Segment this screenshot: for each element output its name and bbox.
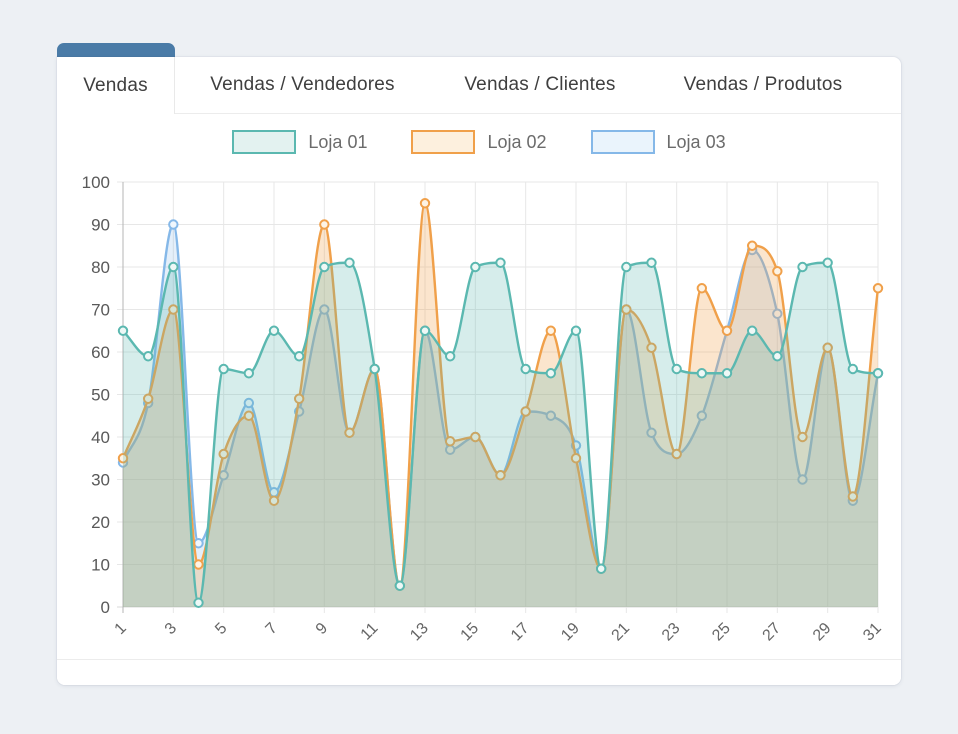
data-point bbox=[421, 327, 429, 335]
legend-item-loja-03[interactable]: Loja 03 bbox=[591, 130, 726, 154]
svg-text:29: 29 bbox=[810, 620, 835, 645]
data-point bbox=[672, 365, 680, 373]
svg-text:100: 100 bbox=[82, 173, 110, 192]
svg-text:19: 19 bbox=[558, 620, 583, 645]
svg-text:23: 23 bbox=[659, 620, 684, 645]
tab-vendas[interactable]: Vendas bbox=[57, 57, 175, 114]
tab-bar: Vendas Vendas / Vendedores Vendas / Clie… bbox=[57, 57, 901, 114]
svg-text:90: 90 bbox=[91, 216, 110, 235]
svg-text:1: 1 bbox=[112, 620, 130, 638]
svg-text:11: 11 bbox=[358, 620, 382, 644]
svg-text:80: 80 bbox=[91, 258, 110, 277]
svg-text:30: 30 bbox=[91, 471, 110, 490]
data-point bbox=[245, 369, 253, 377]
active-tab-indicator bbox=[57, 43, 175, 58]
data-point bbox=[169, 263, 177, 271]
tab-vendas-produtos-label: Vendas / Produtos bbox=[684, 74, 843, 96]
x-axis-labels: 135791113151719212325272931 bbox=[112, 620, 885, 645]
data-point bbox=[798, 263, 806, 271]
svg-text:9: 9 bbox=[313, 620, 331, 638]
data-point bbox=[823, 259, 831, 267]
legend-label-loja-02: Loja 02 bbox=[487, 132, 546, 153]
data-point bbox=[773, 352, 781, 360]
svg-text:13: 13 bbox=[407, 620, 432, 645]
data-point bbox=[295, 352, 303, 360]
data-point bbox=[446, 352, 454, 360]
data-point bbox=[547, 369, 555, 377]
svg-text:21: 21 bbox=[609, 620, 634, 645]
data-point bbox=[370, 365, 378, 373]
data-point bbox=[320, 263, 328, 271]
data-point bbox=[421, 199, 429, 207]
data-point bbox=[698, 369, 706, 377]
legend-item-loja-01[interactable]: Loja 01 bbox=[232, 130, 367, 154]
svg-text:31: 31 bbox=[860, 620, 885, 645]
data-point bbox=[748, 327, 756, 335]
svg-text:3: 3 bbox=[162, 620, 180, 638]
data-point bbox=[270, 327, 278, 335]
data-point bbox=[345, 259, 353, 267]
data-point bbox=[194, 560, 202, 568]
svg-text:10: 10 bbox=[91, 556, 110, 575]
data-point bbox=[320, 220, 328, 228]
svg-text:7: 7 bbox=[263, 620, 281, 638]
data-point bbox=[723, 327, 731, 335]
data-point bbox=[748, 242, 756, 250]
data-point bbox=[521, 365, 529, 373]
svg-text:17: 17 bbox=[508, 620, 533, 645]
data-point bbox=[144, 352, 152, 360]
svg-text:5: 5 bbox=[212, 620, 230, 638]
card-footer bbox=[57, 659, 901, 685]
svg-text:25: 25 bbox=[709, 620, 734, 645]
y-axis-labels: 0 10 20 30 40 50 60 70 80 90 100 bbox=[82, 173, 110, 617]
svg-text:50: 50 bbox=[91, 386, 110, 405]
data-point bbox=[119, 327, 127, 335]
legend-swatch-loja-03 bbox=[591, 130, 655, 154]
data-point bbox=[169, 220, 177, 228]
data-point bbox=[194, 539, 202, 547]
data-point bbox=[647, 259, 655, 267]
svg-text:70: 70 bbox=[91, 301, 110, 320]
tab-vendas-vendedores[interactable]: Vendas / Vendedores bbox=[175, 57, 430, 114]
data-point bbox=[219, 365, 227, 373]
data-point bbox=[194, 599, 202, 607]
tab-vendas-vendedores-label: Vendas / Vendedores bbox=[210, 74, 394, 96]
svg-text:60: 60 bbox=[91, 343, 110, 362]
svg-text:15: 15 bbox=[458, 620, 483, 645]
data-point bbox=[572, 327, 580, 335]
legend-swatch-loja-01 bbox=[232, 130, 296, 154]
sales-chart-svg: 0102030405060708090100135791113151719212… bbox=[57, 114, 901, 659]
chart-region: Loja 01 Loja 02 Loja 03 0 10 20 30 40 50 60 70 8… bbox=[57, 114, 901, 659]
chart-legend: Loja 01 Loja 02 Loja 03 bbox=[57, 130, 901, 154]
data-point bbox=[723, 369, 731, 377]
data-point bbox=[496, 259, 504, 267]
data-point bbox=[874, 284, 882, 292]
data-point bbox=[396, 582, 404, 590]
tab-vendas-label: Vendas bbox=[83, 75, 148, 97]
legend-swatch-loja-02 bbox=[411, 130, 475, 154]
data-point bbox=[547, 327, 555, 335]
tab-vendas-produtos[interactable]: Vendas / Produtos bbox=[650, 57, 876, 114]
tab-vendas-clientes[interactable]: Vendas / Clientes bbox=[430, 57, 650, 114]
legend-label-loja-03: Loja 03 bbox=[667, 132, 726, 153]
legend-label-loja-01: Loja 01 bbox=[308, 132, 367, 153]
svg-text:0: 0 bbox=[101, 598, 110, 617]
data-point bbox=[698, 284, 706, 292]
svg-text:27: 27 bbox=[760, 620, 785, 645]
svg-text:20: 20 bbox=[91, 513, 110, 532]
tab-vendas-clientes-label: Vendas / Clientes bbox=[464, 74, 615, 96]
data-point bbox=[622, 263, 630, 271]
tab-bar-spacer bbox=[876, 57, 901, 114]
data-point bbox=[874, 369, 882, 377]
svg-text:40: 40 bbox=[91, 428, 110, 447]
sales-card: Vendas Vendas / Vendedores Vendas / Clie… bbox=[57, 57, 901, 685]
legend-item-loja-02[interactable]: Loja 02 bbox=[411, 130, 546, 154]
data-point bbox=[849, 365, 857, 373]
data-point bbox=[597, 565, 605, 573]
data-point bbox=[773, 267, 781, 275]
data-point bbox=[471, 263, 479, 271]
